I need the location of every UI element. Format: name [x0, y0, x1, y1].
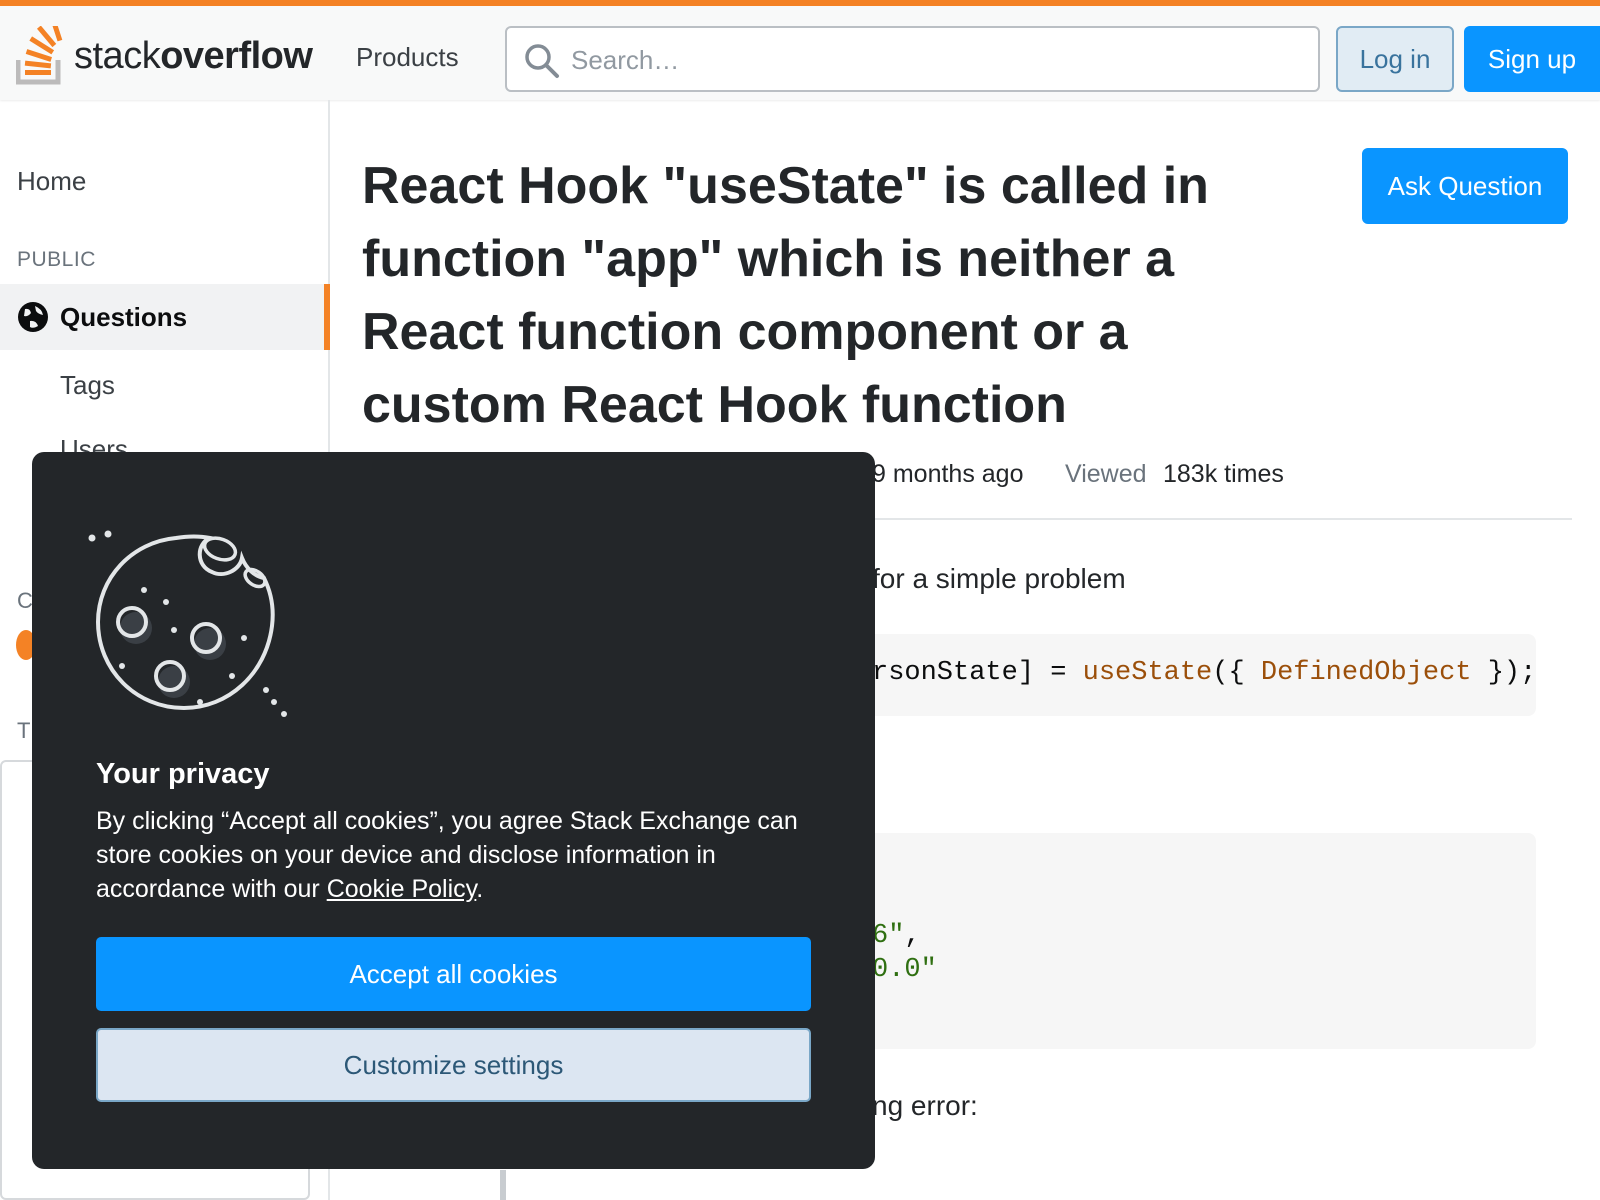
signup-button[interactable]: Sign up [1464, 26, 1600, 92]
products-menu[interactable]: Products [356, 42, 459, 73]
cookie-policy-link[interactable]: Cookie Policy [327, 875, 477, 903]
code-line: rsonState] = useState({ DefinedObject })… [872, 658, 1537, 688]
viewed-label: Viewed [1065, 460, 1147, 488]
cookie-dialog-title: Your privacy [96, 758, 270, 790]
sidebar-section-collectives: C [17, 588, 33, 613]
search-icon [525, 44, 559, 78]
sidebar-item-home[interactable]: Home [17, 166, 86, 197]
question-title[interactable]: React Hook "useState" is called in funct… [362, 150, 1282, 442]
accept-all-cookies-button[interactable]: Accept all cookies [96, 937, 811, 1011]
cookie-icon [88, 530, 287, 717]
search-input[interactable] [571, 40, 1291, 80]
question-body-text: ng error: [872, 1090, 978, 1121]
top-bar: stackoverflow Products Log in Sign up [0, 0, 1600, 100]
stackoverflow-logo-icon [16, 26, 63, 85]
sidebar-section-public: PUBLIC [17, 248, 96, 271]
sidebar-item-tags[interactable]: Tags [60, 370, 115, 401]
code-line: 6", [872, 921, 921, 951]
code-line: 0.0" [872, 955, 937, 985]
sidebar-section-teams: T [17, 718, 31, 743]
scrollbar[interactable] [500, 1170, 506, 1200]
ask-question-button[interactable]: Ask Question [1362, 148, 1568, 224]
question-body-text: for a simple problem [872, 563, 1126, 594]
search-box[interactable] [505, 26, 1320, 92]
sidebar-item-label: Questions [60, 301, 188, 332]
globe-icon [18, 302, 48, 332]
login-button[interactable]: Log in [1336, 26, 1454, 92]
logo-wordmark: stackoverflow [74, 34, 313, 77]
stackoverflow-logo[interactable]: stackoverflow [16, 26, 313, 86]
sidebar-item-questions[interactable]: Questions [0, 284, 330, 350]
customize-settings-button[interactable]: Customize settings [96, 1028, 811, 1102]
viewed-count: 183k times [1163, 460, 1284, 488]
asked-time: 9 months ago [872, 460, 1024, 488]
cookie-consent-dialog: Your privacy By clicking “Accept all coo… [32, 452, 875, 1169]
cookie-dialog-description: By clicking “Accept all cookies”, you ag… [96, 807, 798, 903]
